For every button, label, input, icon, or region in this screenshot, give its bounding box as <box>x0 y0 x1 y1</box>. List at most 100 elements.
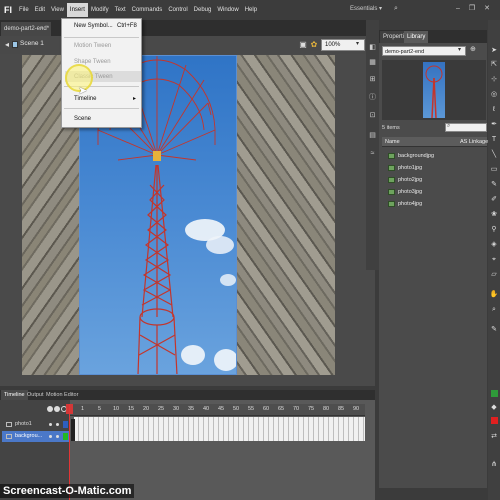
visibility-dot-icon[interactable] <box>49 423 52 426</box>
pencil-tool-icon[interactable]: ✎ <box>489 180 499 190</box>
eraser-tool-icon[interactable]: ▱ <box>489 270 499 280</box>
menu-item-scene[interactable]: Scene <box>74 116 91 122</box>
frame-grid[interactable] <box>74 417 365 441</box>
minimize-button[interactable]: – <box>452 3 464 15</box>
library-item[interactable]: photo1jpg <box>382 162 487 174</box>
layer-color-swatch[interactable] <box>63 421 68 428</box>
swap-colors-icon[interactable]: ⇄ <box>489 432 499 442</box>
eyedropper-tool-icon[interactable]: ⌖ <box>489 255 499 265</box>
rectangle-tool-icon[interactable]: ▭ <box>489 165 499 175</box>
stroke-color-icon[interactable]: ✎ <box>489 325 499 335</box>
brush-tool-icon[interactable]: ✐ <box>489 195 499 205</box>
selection-tool-icon[interactable]: ➤ <box>489 46 499 56</box>
free-transform-tool-icon[interactable]: ⊹ <box>489 75 499 85</box>
zoom-tool-icon[interactable]: ⌕ <box>489 305 499 315</box>
stroke-color-swatch[interactable] <box>491 390 498 397</box>
subselection-tool-icon[interactable]: ⇱ <box>489 60 499 70</box>
align-icon[interactable]: ⊞ <box>367 74 378 85</box>
bitmap-icon <box>388 201 395 207</box>
ruler-tick: 45 <box>218 406 225 412</box>
edit-scene-icon[interactable]: ▣ <box>298 40 308 50</box>
menu-control[interactable]: Control <box>165 3 190 17</box>
ruler-tick: 20 <box>143 406 150 412</box>
menu-view[interactable]: View <box>48 3 67 17</box>
scene-icon <box>12 41 18 48</box>
pin-icon[interactable]: ⊕ <box>470 45 476 53</box>
hand-tool-icon[interactable]: ✋ <box>489 290 499 300</box>
menu-help[interactable]: Help <box>242 3 260 17</box>
visibility-dot-icon[interactable] <box>49 435 52 438</box>
menu-commands[interactable]: Commands <box>129 3 166 17</box>
restore-button[interactable]: ❐ <box>466 3 478 15</box>
workspace-switcher[interactable]: Essentials ▾ <box>350 5 382 12</box>
bitmap-icon <box>388 189 395 195</box>
chevron-down-icon[interactable]: ▾ <box>356 40 359 47</box>
close-tab-icon[interactable]: × <box>40 22 44 36</box>
scene-label: Scene 1 <box>20 40 44 47</box>
back-arrow-icon[interactable]: ◂ <box>2 40 12 50</box>
snap-to-objects-icon[interactable]: ⋔ <box>489 460 499 470</box>
menu-item-new-symbol[interactable]: New Symbol... <box>74 23 113 29</box>
library-item-count: 5 items <box>382 125 400 131</box>
transform-icon[interactable]: ⊡ <box>367 110 378 121</box>
pen-tool-icon[interactable]: ✒ <box>489 120 499 130</box>
bone-tool-icon[interactable]: ⚲ <box>489 225 499 235</box>
new-symbol-shortcut: Ctrl+F8 <box>117 23 137 29</box>
tab-library[interactable]: Library <box>404 31 429 43</box>
column-as-linkage[interactable]: AS Linkage <box>460 139 488 145</box>
fill-color-swatch[interactable] <box>491 417 498 424</box>
3d-rotation-tool-icon[interactable]: ◎ <box>489 90 499 100</box>
flash-logo: Fl <box>4 5 12 15</box>
layer-row[interactable]: photo1 <box>2 419 70 430</box>
menu-window[interactable]: Window <box>214 3 241 17</box>
layer-icon <box>6 434 12 439</box>
layer-icon <box>6 422 12 427</box>
ruler-tick: 15 <box>128 406 135 412</box>
library-search-input[interactable] <box>445 123 487 132</box>
watermark: Screencast-O-Matic.com <box>0 484 135 498</box>
menu-edit[interactable]: Edit <box>32 3 48 17</box>
chevron-down-icon[interactable]: ▾ <box>458 46 461 53</box>
ruler-tick: 70 <box>293 406 300 412</box>
swatches-icon[interactable]: ▦ <box>367 57 378 68</box>
keyframe-marker[interactable] <box>71 419 75 441</box>
tower-thumbnail <box>425 65 443 119</box>
library-item[interactable]: backgroundjpg <box>382 150 487 162</box>
library-document-select[interactable]: demo-part2-end <box>382 46 466 56</box>
ruler-tick: 55 <box>248 406 255 412</box>
deco-tool-icon[interactable]: ❀ <box>489 210 499 220</box>
close-button[interactable]: ✕ <box>481 3 493 15</box>
column-name[interactable]: Name <box>385 139 400 145</box>
eye-icon[interactable] <box>47 406 53 412</box>
playhead-handle[interactable] <box>66 404 73 414</box>
menu-item-motion-tween[interactable]: Motion Tween <box>74 43 111 49</box>
submenu-arrow-icon: ▸ <box>133 96 137 102</box>
lock-icon[interactable] <box>54 406 60 412</box>
menu-modify[interactable]: Modify <box>88 3 112 17</box>
lasso-tool-icon[interactable]: ℓ <box>489 105 499 115</box>
search-icon[interactable]: ⌕ <box>390 3 402 15</box>
color-panel-icon[interactable]: ◧ <box>367 42 378 53</box>
edit-symbols-icon[interactable]: ✿ <box>309 40 319 50</box>
components-icon[interactable]: ▤ <box>367 130 378 141</box>
layer-color-swatch[interactable] <box>63 433 68 440</box>
motion-presets-icon[interactable]: ≈ <box>367 148 378 159</box>
lock-dot-icon[interactable] <box>56 423 59 426</box>
menu-text[interactable]: Text <box>112 3 129 17</box>
library-item-name: photo2jpg <box>398 177 423 183</box>
line-tool-icon[interactable]: ╲ <box>489 150 499 160</box>
library-item[interactable]: photo2jpg <box>382 174 487 186</box>
layer-row-selected[interactable]: backgrou... <box>2 431 70 442</box>
bitmap-icon <box>388 153 395 159</box>
menu-insert[interactable]: Insert <box>66 3 88 17</box>
menu-file[interactable]: File <box>16 3 32 17</box>
info-icon[interactable]: ⓘ <box>367 92 378 103</box>
lock-dot-icon[interactable] <box>56 435 59 438</box>
menu-debug[interactable]: Debug <box>191 3 215 17</box>
library-item[interactable]: photo4jpg <box>382 198 487 210</box>
text-tool-icon[interactable]: T <box>489 135 499 145</box>
tab-motion-editor[interactable]: Motion Editor <box>43 390 81 400</box>
paint-bucket-tool-icon[interactable]: ◈ <box>489 240 499 250</box>
library-item[interactable]: photo3jpg <box>382 186 487 198</box>
fill-color-icon[interactable]: ◆ <box>489 403 499 413</box>
